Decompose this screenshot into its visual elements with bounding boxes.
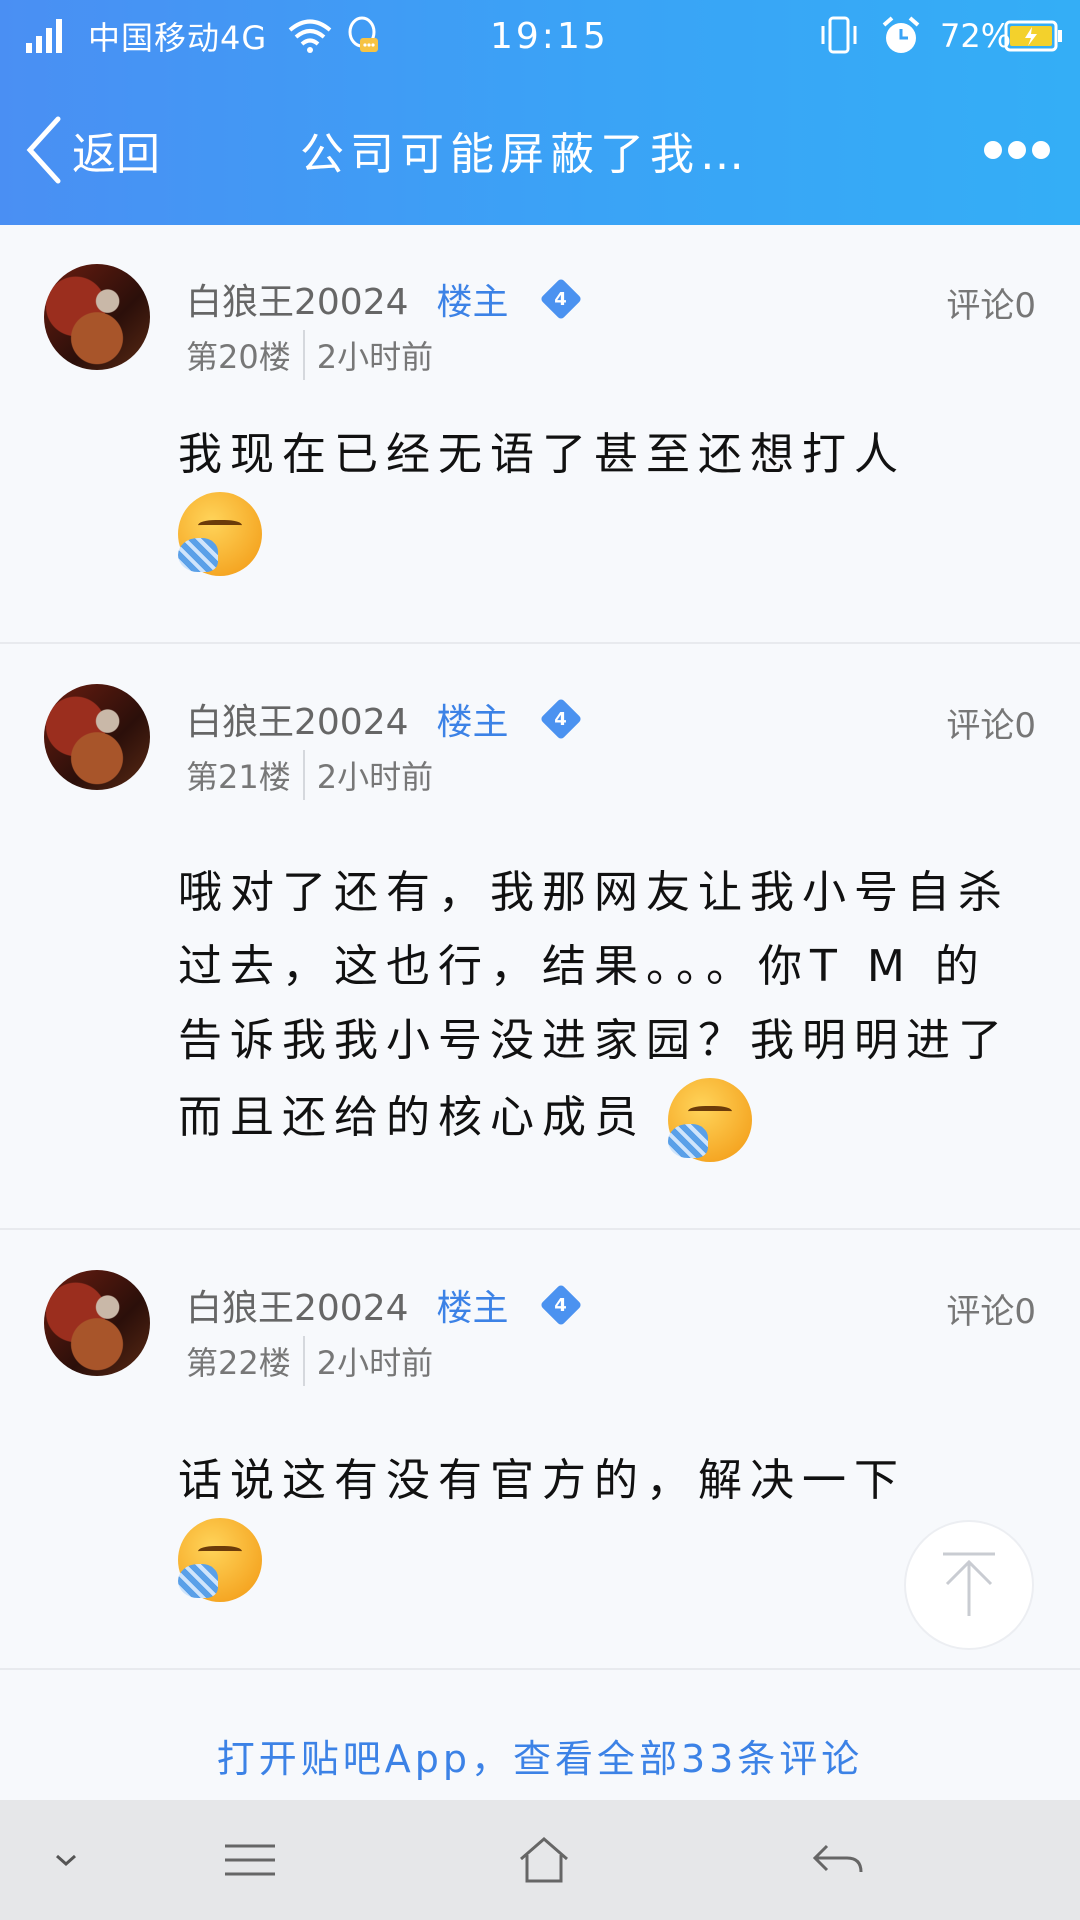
op-badge: 楼主	[436, 1288, 509, 1329]
level-badge-icon: 4	[539, 277, 583, 321]
avatar[interactable]	[44, 264, 150, 370]
level-badge-icon: 4	[539, 1283, 583, 1327]
angry-face-icon	[178, 492, 262, 576]
floor-number: 第22楼	[186, 1344, 291, 1382]
post-meta: 第22楼 2小时前	[186, 1334, 433, 1388]
angry-face-icon	[668, 1078, 752, 1162]
post-meta: 第20楼 2小时前	[186, 328, 433, 382]
collapse-button[interactable]	[44, 1830, 88, 1890]
post-author-row: 白狼王20024 楼主 4	[186, 1280, 583, 1330]
post-item[interactable]: 白狼王20024 楼主 4 评论0 第20楼 2小时前 我现在已经无语了甚至还想…	[0, 226, 1080, 644]
battery-percent: 72%	[940, 17, 1012, 55]
system-nav-bar	[0, 1800, 1080, 1920]
post-item[interactable]: 白狼王20024 楼主 4 评论0 第21楼 2小时前 哦对了还有，我那网友让我…	[0, 646, 1080, 1230]
status-bar: 中国移动4G 19:15 72%	[0, 0, 1080, 75]
post-time: 2小时前	[316, 338, 434, 376]
home-icon	[520, 1837, 568, 1883]
post-time: 2小时前	[316, 1344, 434, 1382]
post-content: 话说这有没有官方的，解决一下	[178, 1444, 1018, 1602]
post-time: 2小时前	[316, 758, 434, 796]
op-badge: 楼主	[436, 702, 509, 743]
alarm-icon	[880, 14, 922, 58]
back-arrow-icon	[812, 1844, 863, 1873]
open-app-link[interactable]: 打开贴吧App，查看全部33条评论	[0, 1728, 1080, 1783]
header: 中国移动4G 19:15 72% 返回 公司可能屏蔽了我…	[0, 0, 1080, 225]
more-dot-icon	[984, 141, 1002, 159]
avatar[interactable]	[44, 684, 150, 790]
author-name[interactable]: 白狼王20024	[186, 273, 409, 325]
more-options-button[interactable]	[984, 135, 1050, 165]
nav-bar: 返回 公司可能屏蔽了我…	[0, 75, 1080, 225]
back-label: 返回	[72, 129, 160, 180]
author-name[interactable]: 白狼王20024	[186, 693, 409, 745]
post-meta: 第21楼 2小时前	[186, 748, 433, 802]
system-back-button[interactable]	[810, 1830, 866, 1890]
back-button[interactable]: 返回	[24, 115, 160, 185]
more-dot-icon	[1032, 141, 1050, 159]
divider	[302, 330, 305, 380]
screen: 中国移动4G 19:15 72% 返回 公司可能屏蔽了我… 白狼王20024 楼…	[0, 0, 1080, 1920]
author-name[interactable]: 白狼王20024	[186, 1279, 409, 1331]
back-chevron-icon	[26, 116, 61, 184]
qq-icon	[346, 14, 382, 58]
menu-button[interactable]	[222, 1830, 278, 1890]
floor-number: 第21楼	[186, 758, 291, 796]
vibrate-icon	[818, 14, 860, 58]
comment-count[interactable]: 评论0	[946, 698, 1036, 747]
post-content: 我现在已经无语了甚至还想打人	[178, 418, 1018, 576]
page-title: 公司可能屏蔽了我…	[300, 129, 750, 180]
wifi-icon	[288, 14, 332, 58]
post-content: 哦对了还有，我那网友让我小号自杀过去，这也行，结果。。。你T M 的告诉我我小号…	[178, 856, 1018, 1162]
level-badge-icon: 4	[539, 697, 583, 741]
divider	[302, 750, 305, 800]
op-badge: 楼主	[436, 282, 509, 323]
battery-icon	[1004, 14, 1064, 58]
avatar[interactable]	[44, 1270, 150, 1376]
carrier-label: 中国移动4G	[88, 19, 268, 57]
more-dot-icon	[1008, 141, 1026, 159]
post-author-row: 白狼王20024 楼主 4	[186, 274, 583, 324]
home-button[interactable]	[516, 1830, 572, 1890]
chevron-down-icon	[56, 1854, 76, 1867]
comment-count[interactable]: 评论0	[946, 278, 1036, 327]
post-author-row: 白狼王20024 楼主 4	[186, 694, 583, 744]
menu-icon	[225, 1844, 275, 1876]
floor-number: 第20楼	[186, 338, 291, 376]
comment-count[interactable]: 评论0	[946, 1284, 1036, 1333]
arrow-up-icon	[943, 1552, 995, 1616]
angry-face-icon	[178, 1518, 262, 1602]
signal-icon	[26, 14, 64, 58]
clock-time: 19:15	[490, 15, 609, 57]
divider	[302, 1336, 305, 1386]
scroll-to-top-button[interactable]	[904, 1520, 1034, 1650]
